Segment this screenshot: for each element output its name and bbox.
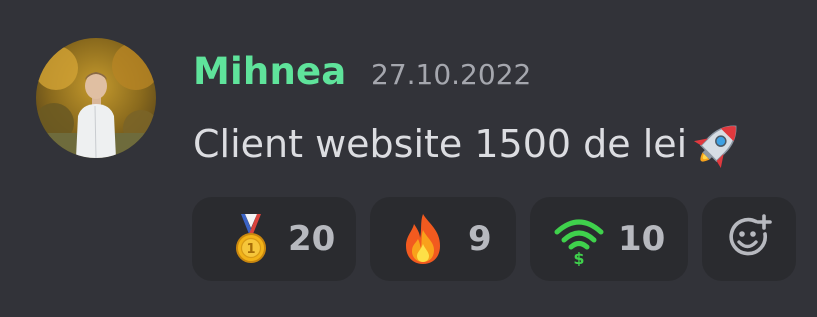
reaction-count: 9: [468, 219, 492, 259]
add-reaction-button[interactable]: [702, 197, 796, 281]
avatar-photo: [36, 38, 156, 158]
svg-text:1: 1: [246, 242, 255, 257]
rocket-icon: [689, 115, 747, 173]
reaction-count: 10: [618, 219, 666, 259]
message-author[interactable]: Mihnea: [193, 47, 346, 97]
medal-icon: 1: [226, 212, 276, 266]
user-avatar[interactable]: [36, 38, 156, 158]
reactions-bar: 1 20 9 $ 10: [192, 197, 796, 281]
reaction-count: 20: [288, 219, 336, 259]
add-reaction-icon: [726, 214, 772, 264]
message-content: Client website 1500 de lei: [193, 115, 747, 173]
reaction-fire[interactable]: 9: [370, 197, 516, 281]
wifi-money-icon: $: [554, 212, 604, 268]
reaction-wifi-money[interactable]: $ 10: [530, 197, 688, 281]
svg-text:$: $: [573, 249, 584, 266]
reaction-medal[interactable]: 1 20: [192, 197, 356, 281]
message-timestamp: 27.10.2022: [371, 58, 532, 91]
fire-icon: [398, 212, 448, 266]
message-text: Client website 1500 de lei: [193, 122, 688, 166]
